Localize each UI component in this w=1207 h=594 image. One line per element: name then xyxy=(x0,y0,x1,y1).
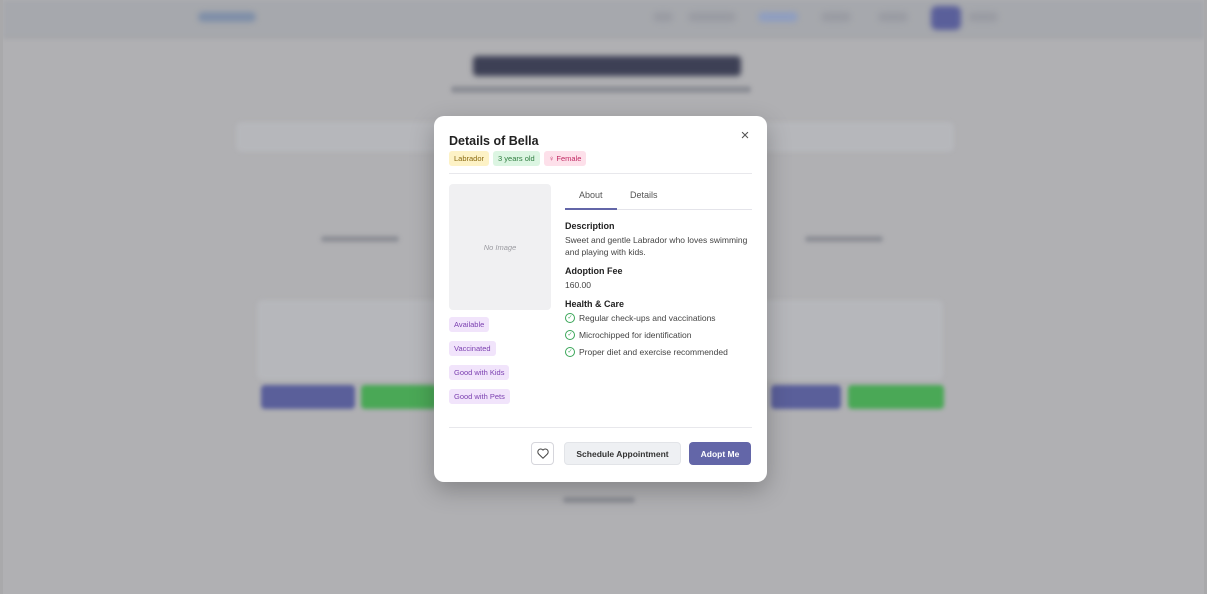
health-item-text: Proper diet and exercise recommended xyxy=(579,347,728,357)
card-button xyxy=(261,385,355,409)
pagination xyxy=(563,497,635,503)
pet-card xyxy=(743,300,943,380)
age-badge: 3 years old xyxy=(493,151,540,166)
tab-about[interactable]: About xyxy=(579,190,603,200)
nav-button xyxy=(931,6,961,30)
no-image-text: No Image xyxy=(483,242,517,252)
top-navbar xyxy=(3,0,1204,38)
nav-link xyxy=(821,12,851,22)
gender-badge: ♀ Female xyxy=(543,151,587,166)
page-heading xyxy=(473,56,741,76)
placeholder-text xyxy=(321,236,399,242)
health-item-text: Microchipped for identification xyxy=(579,330,692,340)
pet-badges: Labrador 3 years old ♀ Female xyxy=(449,151,587,166)
check-circle-icon: ✓ xyxy=(565,330,575,340)
modal-title: Details of Bella xyxy=(449,134,539,148)
check-circle-icon: ✓ xyxy=(565,347,575,357)
heart-icon xyxy=(536,448,549,459)
breed-badge: Labrador xyxy=(449,151,490,166)
card-button xyxy=(848,385,944,409)
description-heading: Description xyxy=(565,221,615,231)
list-item: ✓ Microchipped for identification xyxy=(565,329,752,341)
pet-details-modal: × Details of Bella Labrador 3 years old … xyxy=(434,116,767,482)
fee-value: 160.00 xyxy=(565,280,591,290)
nav-link xyxy=(968,12,998,22)
description-text: Sweet and gentle Labrador who loves swim… xyxy=(565,235,748,257)
close-icon[interactable]: × xyxy=(737,128,753,144)
favorite-button[interactable] xyxy=(531,442,554,465)
pet-card xyxy=(257,300,457,380)
tag-available: Available xyxy=(449,317,490,332)
health-item-text: Regular check-ups and vaccinations xyxy=(579,313,716,323)
list-item: ✓ Regular check-ups and vaccinations xyxy=(565,312,752,324)
pet-tags: Available Vaccinated Good with Kids Good… xyxy=(449,317,510,404)
list-item: ✓ Proper diet and exercise recommended xyxy=(565,346,752,358)
tag-vaccinated: Vaccinated xyxy=(449,341,496,356)
active-tab-indicator xyxy=(565,208,617,210)
nav-link xyxy=(878,12,908,22)
nav-link xyxy=(758,12,798,22)
check-circle-icon: ✓ xyxy=(565,313,575,323)
brand-logo xyxy=(198,12,256,22)
divider xyxy=(449,173,752,174)
divider xyxy=(449,427,752,428)
nav-link xyxy=(653,12,673,22)
nav-link xyxy=(688,12,736,22)
health-heading: Health & Care xyxy=(565,299,625,309)
adopt-me-button[interactable]: Adopt Me xyxy=(689,442,751,465)
schedule-appointment-button[interactable]: Schedule Appointment xyxy=(564,442,681,465)
fee-heading: Adoption Fee xyxy=(565,266,623,276)
tag-good-with-pets: Good with Pets xyxy=(449,389,510,404)
card-button xyxy=(361,385,437,409)
pet-photo: No Image xyxy=(449,184,551,310)
tab-bar: About Details xyxy=(565,186,752,210)
tab-details[interactable]: Details xyxy=(630,190,658,200)
card-button xyxy=(771,385,841,409)
tag-good-with-kids: Good with Kids xyxy=(449,365,510,380)
about-panel: Description Sweet and gentle Labrador wh… xyxy=(565,221,752,363)
placeholder-text xyxy=(805,236,883,242)
page-subheading xyxy=(451,86,751,93)
health-list: ✓ Regular check-ups and vaccinations ✓ Mic… xyxy=(565,312,752,358)
